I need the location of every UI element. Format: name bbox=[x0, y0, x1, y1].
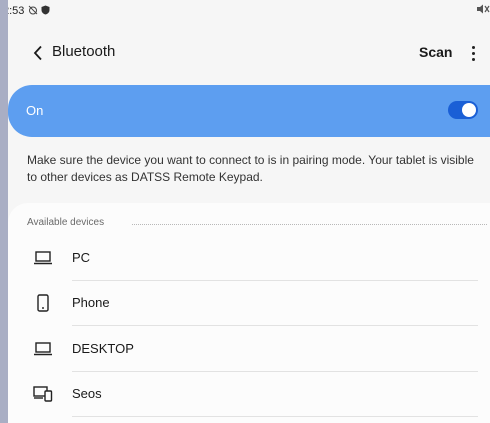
section-header: Available devices bbox=[27, 217, 105, 228]
device-row-seos[interactable]: Seos bbox=[8, 372, 490, 417]
device-row-phone[interactable]: Phone bbox=[8, 281, 490, 326]
row-divider bbox=[72, 416, 478, 417]
devices-icon bbox=[32, 384, 54, 404]
chevron-left-icon bbox=[33, 45, 42, 61]
phone-icon bbox=[32, 293, 54, 313]
page-title: Bluetooth bbox=[52, 43, 116, 60]
device-name: Phone bbox=[72, 295, 110, 310]
row-divider bbox=[72, 325, 478, 326]
device-row-pc[interactable]: PC bbox=[8, 236, 490, 281]
laptop-icon bbox=[32, 248, 54, 268]
toggle-knob bbox=[462, 103, 476, 117]
mute-icon bbox=[476, 4, 490, 17]
back-button[interactable] bbox=[28, 42, 48, 64]
bluetooth-master-switch[interactable]: On bbox=[8, 85, 490, 137]
device-name: Seos bbox=[72, 386, 102, 401]
more-vert-icon bbox=[471, 45, 475, 49]
device-frame-edge bbox=[0, 0, 8, 423]
bluetooth-toggle[interactable] bbox=[448, 101, 478, 119]
alarm-off-icon bbox=[28, 5, 38, 18]
switch-label: On bbox=[26, 103, 44, 118]
available-devices-card: Available devices PC Phone DESKTOP Seos bbox=[8, 203, 490, 423]
section-divider bbox=[132, 224, 487, 225]
bluetooth-settings-screen: 2:53 Bluetooth Scan On Make sure the dev… bbox=[0, 0, 490, 423]
pairing-info-text: Make sure the device you want to connect… bbox=[27, 153, 474, 184]
device-row-desktop[interactable]: DESKTOP bbox=[8, 327, 490, 372]
status-bar: 2:53 bbox=[0, 0, 490, 22]
device-name: PC bbox=[72, 250, 91, 265]
device-name: DESKTOP bbox=[72, 341, 134, 356]
scan-button[interactable]: Scan bbox=[419, 44, 452, 60]
shield-icon bbox=[41, 5, 50, 18]
laptop-icon bbox=[32, 339, 54, 359]
more-options-button[interactable] bbox=[463, 40, 483, 66]
app-bar: Bluetooth Scan bbox=[8, 36, 490, 70]
